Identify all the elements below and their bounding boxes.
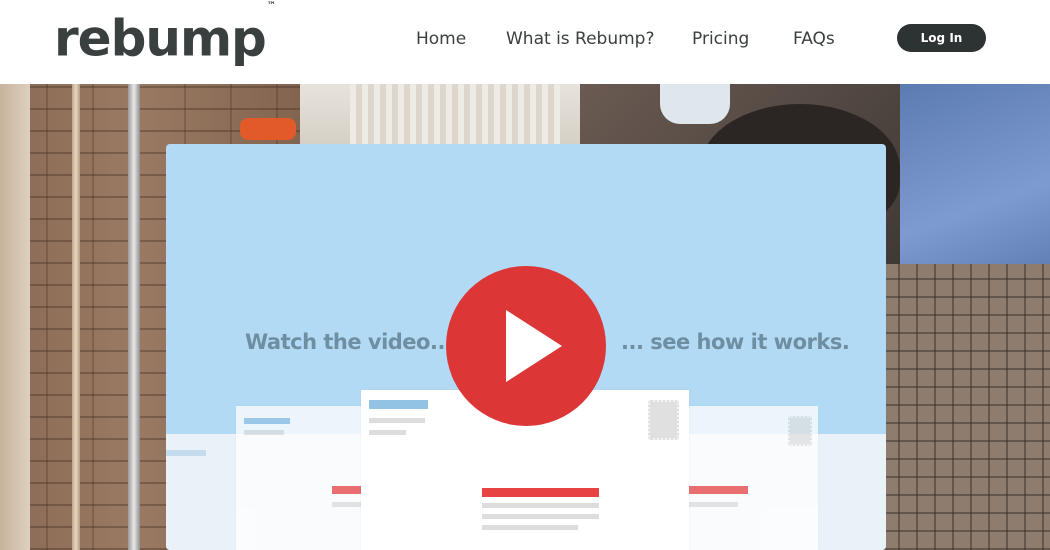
hero-background-pipe xyxy=(128,84,140,550)
email-line xyxy=(369,418,425,423)
hero-background-pipe xyxy=(72,84,80,550)
email-line xyxy=(244,430,284,435)
stamp-icon xyxy=(788,416,812,446)
hero-background-object xyxy=(240,118,296,140)
hero-section: Watch the video... ... see how it works. xyxy=(0,84,1050,550)
hero-background-curtain xyxy=(350,84,560,144)
email-line xyxy=(482,514,599,519)
hero-background-door xyxy=(0,84,30,550)
email-line xyxy=(482,503,599,508)
video-illustration-decoration xyxy=(166,450,206,456)
stamp-icon xyxy=(648,400,679,440)
email-subject-line xyxy=(369,400,428,409)
nav-item-pricing[interactable]: Pricing xyxy=(692,27,749,51)
login-button[interactable]: Log In xyxy=(897,24,986,52)
email-line xyxy=(688,502,738,507)
email-line xyxy=(369,430,406,435)
video-player[interactable]: Watch the video... ... see how it works. xyxy=(166,144,886,550)
trademark-mark: ™ xyxy=(266,1,276,11)
video-caption-left: Watch the video... xyxy=(245,330,453,354)
email-line xyxy=(688,486,748,494)
email-line xyxy=(482,525,578,530)
hero-background-lamp xyxy=(660,84,730,124)
site-header: rebump™ Home What is Rebump? Pricing FAQ… xyxy=(0,0,1050,84)
play-button[interactable] xyxy=(446,266,606,426)
hero-background-plaid-shirt xyxy=(880,264,1050,550)
email-highlight-line xyxy=(482,488,599,497)
video-caption-right: ... see how it works. xyxy=(621,330,850,354)
email-line xyxy=(244,418,290,424)
nav-item-faqs[interactable]: FAQs xyxy=(793,27,835,51)
brand-logo[interactable]: rebump™ xyxy=(54,1,276,69)
play-icon xyxy=(506,310,562,382)
nav-item-what-is-rebump[interactable]: What is Rebump? xyxy=(506,27,655,51)
brand-name[interactable]: rebump xyxy=(54,10,267,68)
nav-item-home[interactable]: Home xyxy=(416,27,466,51)
